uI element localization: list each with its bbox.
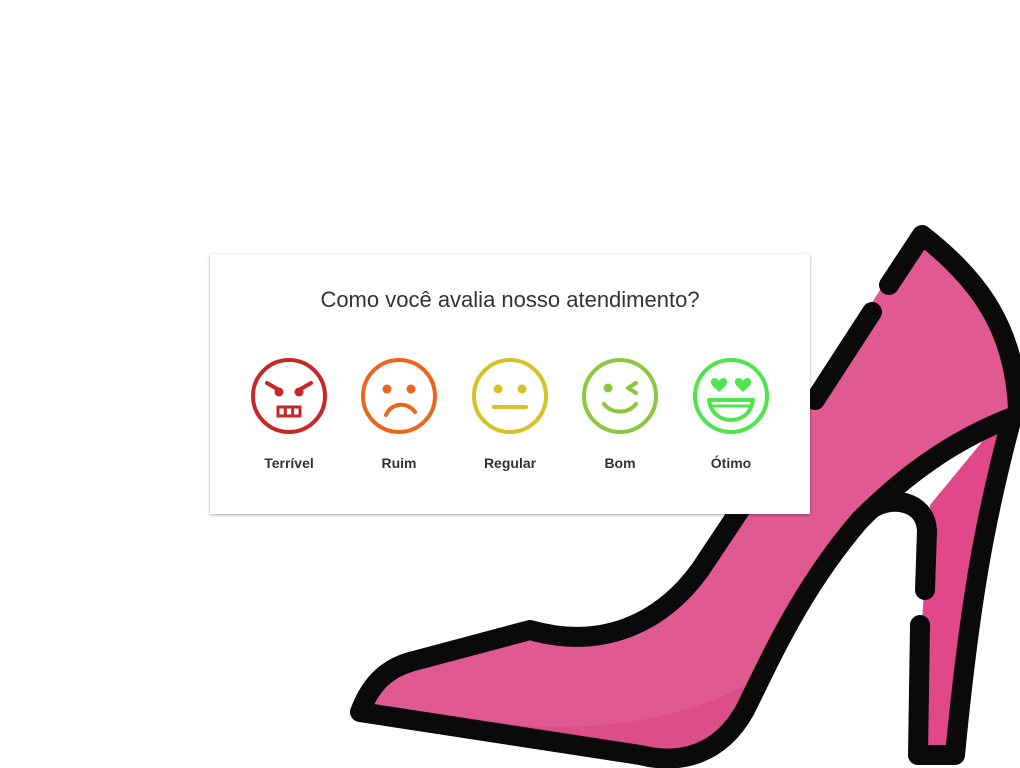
rating-option-regular[interactable]: Regular — [455, 356, 565, 471]
rating-label: Regular — [483, 455, 537, 471]
neutral-face-icon — [472, 358, 548, 434]
winking-face-icon — [582, 358, 658, 434]
rating-option-otimo[interactable]: Ótimo — [676, 356, 786, 471]
rating-label: Terrível — [264, 455, 314, 471]
rating-option-bom[interactable]: Bom — [565, 356, 675, 471]
rating-label: Bom — [604, 455, 636, 471]
rating-option-ruim[interactable]: Ruim — [344, 356, 454, 471]
heart-eyes-face-icon — [693, 358, 769, 434]
rating-label: Ótimo — [710, 455, 752, 471]
rating-option-terrivel[interactable]: Terrível — [234, 356, 344, 471]
rating-label: Ruim — [381, 455, 417, 471]
survey-question: Como você avalia nosso atendimento? — [320, 287, 700, 312]
angry-face-icon — [251, 358, 327, 434]
sad-face-icon — [361, 358, 437, 434]
rating-card: Como você avalia nosso atendimento? Terr… — [210, 254, 810, 514]
page: Como você avalia nosso atendimento? Terr… — [0, 0, 1020, 768]
